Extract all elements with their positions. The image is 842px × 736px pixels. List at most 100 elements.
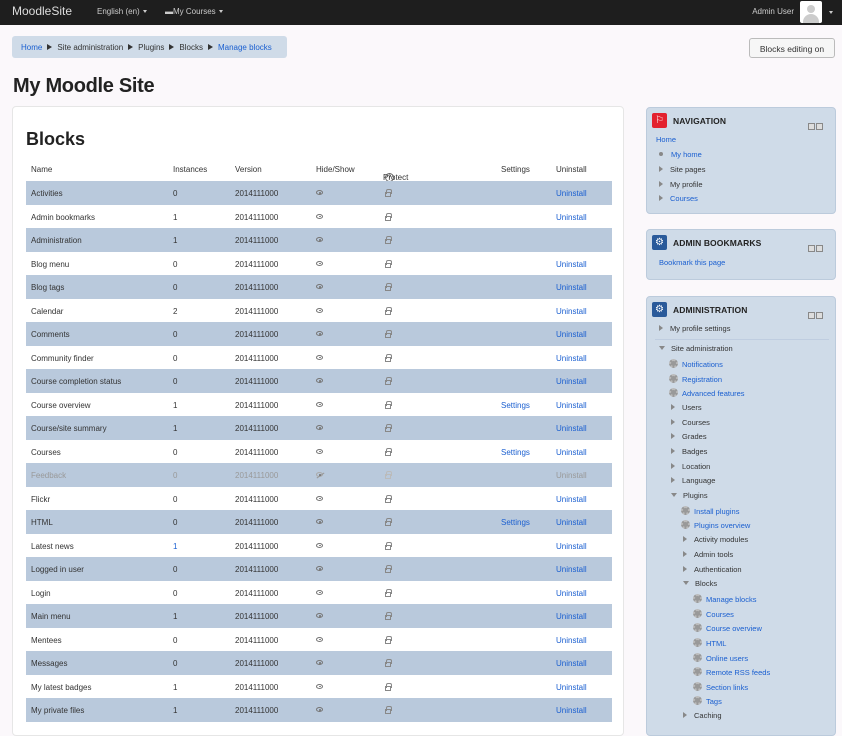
admin-tree-item[interactable]: Tags	[693, 696, 722, 706]
eye-icon[interactable]	[316, 566, 323, 571]
uninstall-link[interactable]: Uninstall	[556, 706, 587, 715]
admin-tree-item[interactable]: Online users	[693, 653, 748, 663]
eye-icon[interactable]	[316, 707, 323, 712]
lock-icon[interactable]	[385, 494, 392, 503]
nav-item-courses[interactable]: Courses	[659, 194, 698, 203]
lock-icon[interactable]	[385, 541, 392, 550]
nav-item-site-pages[interactable]: Site pages	[659, 165, 705, 174]
admin-tree-item[interactable]: Registration	[669, 374, 722, 384]
language-menu[interactable]: English (en)	[97, 7, 147, 16]
admin-tree-item[interactable]: Course overview	[693, 623, 762, 633]
admin-tree-item[interactable]: Section links	[693, 682, 748, 692]
admin-tree-item[interactable]: Blocks	[683, 579, 717, 588]
lock-icon[interactable]	[385, 189, 392, 197]
admin-tree-item[interactable]: Caching	[683, 711, 722, 720]
eye-icon[interactable]	[316, 613, 323, 618]
uninstall-link[interactable]: Uninstall	[556, 401, 587, 410]
eye-icon[interactable]	[316, 354, 323, 360]
lock-icon[interactable]	[385, 565, 392, 573]
admin-tree-item[interactable]: Courses	[693, 609, 734, 619]
uninstall-link[interactable]: Uninstall	[556, 448, 587, 457]
admin-tree-item[interactable]: Notifications	[669, 359, 723, 369]
admin-tree-item[interactable]: Site administration	[659, 344, 733, 353]
eye-icon[interactable]	[316, 260, 323, 266]
eye-icon[interactable]	[316, 683, 323, 689]
admin-tree-item[interactable]: Admin tools	[683, 550, 733, 559]
eye-icon[interactable]	[316, 495, 323, 501]
uninstall-link[interactable]: Uninstall	[556, 307, 587, 316]
uninstall-link[interactable]: Uninstall	[556, 565, 587, 574]
uninstall-link[interactable]: Uninstall	[556, 589, 587, 598]
uninstall-link[interactable]: Uninstall	[556, 377, 587, 386]
lock-icon[interactable]	[385, 400, 392, 409]
lock-icon[interactable]	[385, 283, 392, 291]
collapse-icon[interactable]	[816, 123, 823, 130]
eye-icon[interactable]	[316, 190, 323, 195]
lock-icon[interactable]	[385, 330, 392, 338]
admin-tree-item[interactable]: Advanced features	[669, 388, 745, 398]
admin-tree-item[interactable]: Users	[671, 403, 702, 412]
instances-count[interactable]: 1	[173, 542, 177, 551]
eye-icon[interactable]	[316, 448, 323, 454]
block-controls[interactable]	[807, 306, 825, 319]
uninstall-link[interactable]: Uninstall	[556, 659, 587, 668]
breadcrumb-manage-blocks[interactable]: Manage blocks	[218, 43, 272, 52]
settings-link[interactable]: Settings	[501, 401, 530, 410]
nav-item-my-home[interactable]: My home	[659, 150, 702, 159]
eye-icon[interactable]	[316, 378, 323, 383]
breadcrumb-site-admin[interactable]: Site administration	[57, 43, 123, 52]
admin-tree-item[interactable]: Badges	[671, 447, 707, 456]
lock-icon[interactable]	[385, 471, 392, 479]
admin-tree-item[interactable]: Language	[671, 476, 715, 485]
admin-tree-item[interactable]: HTML	[693, 638, 726, 648]
uninstall-link[interactable]: Uninstall	[556, 424, 587, 433]
eye-icon[interactable]	[316, 425, 323, 430]
uninstall-link[interactable]: Uninstall	[556, 612, 587, 621]
admin-tree-item[interactable]: Manage blocks	[693, 594, 756, 604]
user-name[interactable]: Admin User	[752, 7, 794, 16]
settings-link[interactable]: Settings	[501, 518, 530, 527]
nav-item-my-profile[interactable]: My profile	[659, 180, 703, 189]
admin-tree-item[interactable]: Plugins	[671, 491, 708, 500]
uninstall-link[interactable]: Uninstall	[556, 330, 587, 339]
lock-icon[interactable]	[385, 377, 392, 385]
uninstall-link[interactable]: Uninstall	[556, 354, 587, 363]
lock-icon[interactable]	[385, 612, 392, 620]
lock-icon[interactable]	[385, 212, 392, 221]
lock-icon[interactable]	[385, 682, 392, 691]
admin-tree-item[interactable]: Courses	[671, 418, 710, 427]
admin-tree-item[interactable]: Remote RSS feeds	[693, 667, 770, 677]
dock-icon[interactable]	[808, 312, 815, 319]
nav-home-link[interactable]: Home	[656, 135, 676, 144]
bookmark-this-page-link[interactable]: Bookmark this page	[659, 258, 725, 267]
eye-icon[interactable]	[316, 284, 323, 289]
block-controls[interactable]	[807, 239, 825, 252]
user-menu-chevron-icon[interactable]	[829, 11, 833, 14]
uninstall-link[interactable]: Uninstall	[556, 213, 587, 222]
breadcrumb-plugins[interactable]: Plugins	[138, 43, 164, 52]
uninstall-link[interactable]: Uninstall	[556, 189, 587, 198]
uninstall-link[interactable]: Uninstall	[556, 471, 587, 480]
block-controls[interactable]	[807, 117, 825, 130]
lock-icon[interactable]	[385, 659, 392, 667]
lock-icon[interactable]	[385, 635, 392, 644]
admin-tree-item[interactable]: Plugins overview	[681, 520, 750, 530]
lock-icon[interactable]	[385, 447, 392, 456]
breadcrumb-home[interactable]: Home	[21, 43, 42, 52]
uninstall-link[interactable]: Uninstall	[556, 518, 587, 527]
uninstall-link[interactable]: Uninstall	[556, 542, 587, 551]
site-brand[interactable]: MoodleSite	[12, 4, 72, 18]
eye-icon[interactable]	[316, 307, 323, 313]
blocks-editing-button[interactable]: Blocks editing on	[749, 38, 835, 58]
eye-icon[interactable]	[316, 636, 323, 642]
eye-icon[interactable]	[316, 542, 323, 548]
admin-tree-item[interactable]: Activity modules	[683, 535, 748, 544]
uninstall-link[interactable]: Uninstall	[556, 495, 587, 504]
eye-slash-icon[interactable]	[316, 472, 323, 477]
admin-tree-item[interactable]: Grades	[671, 432, 707, 441]
dock-icon[interactable]	[808, 245, 815, 252]
eye-icon[interactable]	[316, 519, 323, 524]
settings-link[interactable]: Settings	[501, 448, 530, 457]
collapse-icon[interactable]	[816, 245, 823, 252]
lock-icon[interactable]	[385, 518, 392, 526]
